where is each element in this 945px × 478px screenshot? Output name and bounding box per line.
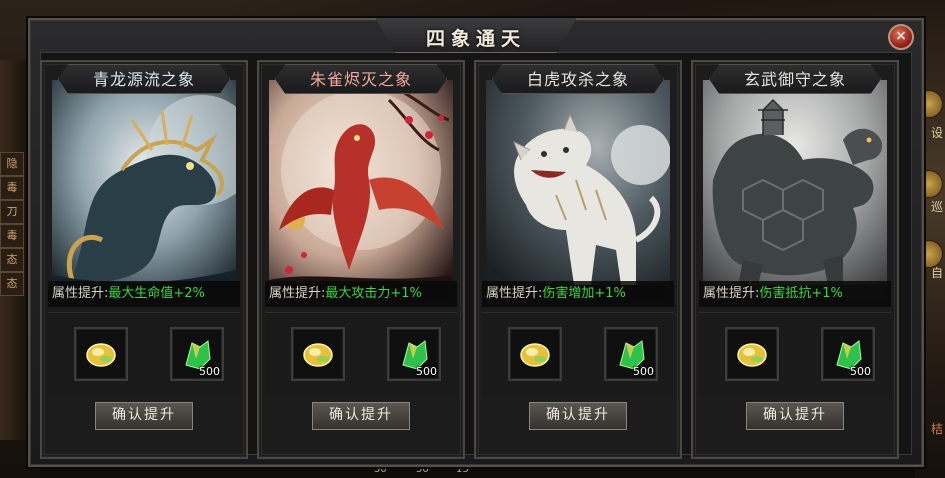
attr-label: 属性提升: bbox=[703, 286, 760, 301]
card-title: 玄武御守之象 bbox=[743, 70, 846, 89]
item-slot[interactable] bbox=[291, 327, 345, 381]
attribute-bonus: 属性提升:伤害抵抗+1% bbox=[699, 281, 891, 307]
attr-value: 最大攻击力+1% bbox=[325, 286, 422, 301]
item-slot[interactable]: 500 bbox=[387, 327, 441, 381]
left-tag[interactable]: 毒 bbox=[0, 176, 24, 200]
card-white-tiger: 白虎攻杀之象 属性提升:伤害增加+1% 500 确认提升 bbox=[474, 60, 682, 459]
gold-gem-icon bbox=[520, 343, 550, 367]
window-title: 四象通天 bbox=[425, 28, 526, 50]
right-label[interactable]: 设 bbox=[931, 124, 943, 141]
left-tag[interactable]: 隐 bbox=[0, 152, 24, 176]
confirm-upgrade-button[interactable]: 确认提升 bbox=[312, 402, 410, 430]
vermilion-bird-illustration bbox=[269, 80, 453, 298]
item-quantity: 500 bbox=[416, 365, 437, 378]
card-title: 白虎攻杀之象 bbox=[526, 70, 629, 89]
left-tag[interactable]: 态 bbox=[0, 272, 24, 296]
attr-label: 属性提升: bbox=[52, 286, 109, 301]
item-slot[interactable] bbox=[74, 327, 128, 381]
four-symbols-window: 四象通天 × 青龙源流之象 属性提升:最大生命值+2% 500 确认提升 朱雀烬… bbox=[28, 18, 924, 467]
gold-gem-icon bbox=[737, 343, 767, 367]
left-tag[interactable]: 毒 bbox=[0, 224, 24, 248]
cost-items: 500 bbox=[482, 312, 674, 398]
attribute-bonus: 属性提升:最大生命值+2% bbox=[48, 281, 240, 307]
item-slot[interactable] bbox=[725, 327, 779, 381]
confirm-upgrade-button[interactable]: 确认提升 bbox=[529, 402, 627, 430]
close-button[interactable]: × bbox=[888, 24, 914, 50]
card-title: 青龙源流之象 bbox=[92, 70, 195, 89]
right-label[interactable]: 自 bbox=[931, 264, 943, 281]
attribute-bonus: 属性提升:最大攻击力+1% bbox=[265, 281, 457, 307]
item-slot[interactable]: 500 bbox=[821, 327, 875, 381]
attribute-bonus: 属性提升:伤害增加+1% bbox=[482, 281, 674, 307]
confirm-upgrade-button[interactable]: 确认提升 bbox=[746, 402, 844, 430]
attr-value: 伤害增加+1% bbox=[542, 286, 626, 301]
attr-value: 伤害抵抗+1% bbox=[759, 286, 843, 301]
left-tag[interactable]: 刀 bbox=[0, 200, 24, 224]
card-black-tortoise: 玄武御守之象 属性提升:伤害抵抗+1% 500 确认提升 bbox=[691, 60, 899, 459]
right-label[interactable]: 桔 bbox=[931, 420, 943, 437]
cost-items: 500 bbox=[699, 312, 891, 398]
item-slot[interactable]: 500 bbox=[604, 327, 658, 381]
item-slot[interactable] bbox=[508, 327, 562, 381]
attr-label: 属性提升: bbox=[486, 286, 543, 301]
white-tiger-illustration bbox=[486, 80, 670, 298]
left-side-panel: 隐 毒 刀 毒 态 态 bbox=[0, 60, 26, 440]
right-label[interactable]: 巡 bbox=[931, 198, 943, 215]
item-quantity: 500 bbox=[850, 365, 871, 378]
gold-gem-icon bbox=[86, 343, 116, 367]
card-title: 朱雀烬灭之象 bbox=[309, 70, 412, 89]
azure-dragon-illustration bbox=[52, 80, 236, 298]
card-azure-dragon: 青龙源流之象 属性提升:最大生命值+2% 500 确认提升 bbox=[40, 60, 248, 459]
item-slot[interactable]: 500 bbox=[170, 327, 224, 381]
cost-items: 500 bbox=[48, 312, 240, 398]
left-tag[interactable]: 态 bbox=[0, 248, 24, 272]
item-quantity: 500 bbox=[633, 365, 654, 378]
card-vermilion-bird: 朱雀烬灭之象 属性提升:最大攻击力+1% 500 确认提升 bbox=[257, 60, 465, 459]
cost-items: 500 bbox=[265, 312, 457, 398]
gold-gem-icon bbox=[303, 343, 333, 367]
item-quantity: 500 bbox=[199, 365, 220, 378]
attr-label: 属性提升: bbox=[269, 286, 326, 301]
black-tortoise-illustration bbox=[703, 80, 887, 298]
attr-value: 最大生命值+2% bbox=[108, 286, 205, 301]
confirm-upgrade-button[interactable]: 确认提升 bbox=[95, 402, 193, 430]
